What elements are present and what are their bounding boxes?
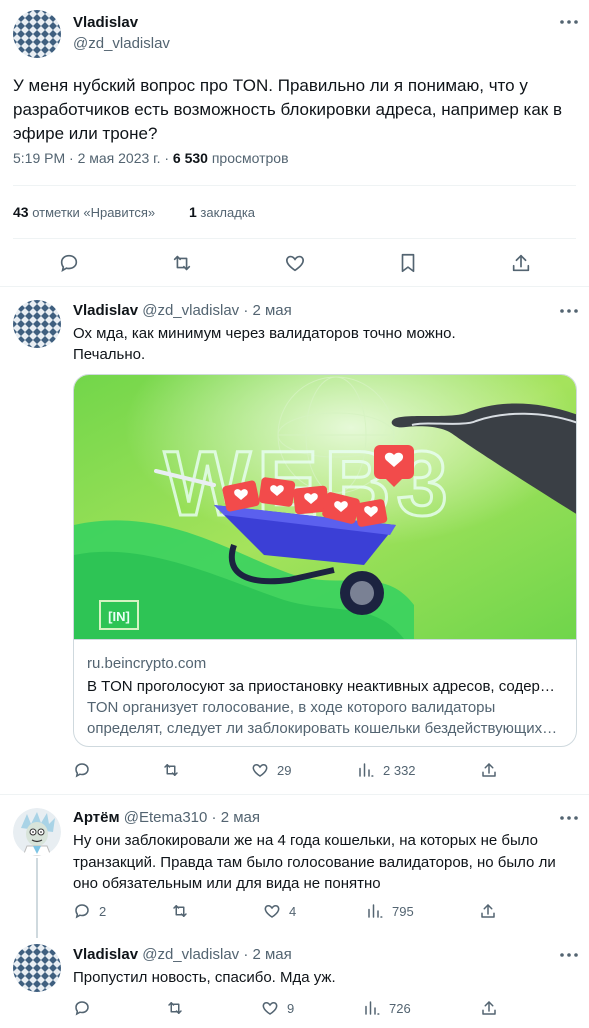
card-logo: [IN] (108, 609, 130, 624)
share-button[interactable] (480, 761, 498, 779)
share-button[interactable] (479, 902, 497, 920)
reply-meta[interactable]: @zd_vladislav · 2 мая (142, 946, 292, 963)
card-domain[interactable]: ru.beincrypto.com (87, 653, 563, 674)
author-name[interactable]: Vladislav (73, 14, 138, 31)
views-count: 2 332 (383, 762, 416, 778)
reply-header: Vladislav @zd_vladislav · 2 мая (73, 302, 292, 319)
views-button[interactable]: 726 (363, 999, 411, 1017)
more-options-icon[interactable] (557, 12, 581, 32)
share-button[interactable] (480, 999, 498, 1017)
more-options-icon[interactable] (557, 301, 581, 321)
likes-count-link[interactable]: 43 отметки «Нравится» (13, 204, 155, 220)
views-button[interactable]: 2 332 (357, 761, 416, 779)
link-preview-card[interactable]: WEB3 [IN] ru.beincrypto.com В TON прогол… (73, 374, 577, 747)
like-button[interactable]: 9 (261, 999, 294, 1017)
bookmark-icon[interactable] (397, 252, 419, 274)
reply-text: Ох мда, как минимум через валидаторов то… (73, 325, 456, 363)
tweet-metadata: 5:19 PM · 2 мая 2023 г. · 6 530 просмотр… (13, 150, 289, 166)
like-count: 29 (277, 762, 292, 778)
author-handle[interactable]: @zd_vladislav (73, 35, 170, 52)
more-options-icon[interactable] (557, 945, 581, 965)
share-icon[interactable] (510, 252, 532, 274)
views-count: 726 (389, 1000, 411, 1016)
reply-header: Артём @Etema310 · 2 мая (73, 809, 260, 826)
retweet-button[interactable] (171, 902, 197, 920)
retweet-button[interactable] (162, 761, 188, 779)
like-count: 4 (289, 903, 297, 919)
card-title[interactable]: В TON проголосуют за приостановку неакти… (87, 676, 563, 697)
more-options-icon[interactable] (557, 808, 581, 828)
views-button[interactable]: 795 (366, 902, 414, 920)
like-button[interactable]: 29 (251, 761, 291, 779)
avatar[interactable] (13, 10, 61, 58)
reply-button[interactable] (73, 999, 99, 1017)
author-name[interactable]: Vladislav (73, 946, 138, 963)
card-image: WEB3 [IN] (74, 375, 576, 639)
bookmarks-count-link[interactable]: 1 закладка (189, 204, 255, 220)
retweet-button[interactable] (166, 999, 192, 1017)
tweet-time[interactable]: 5:19 PM · 2 мая 2023 г. · (13, 150, 173, 166)
author-name[interactable]: Vladislav (73, 302, 138, 319)
reply-text: Пропустил новость, спасибо. Мда уж. (73, 969, 336, 986)
reply-icon[interactable] (58, 252, 80, 274)
like-count: 9 (287, 1000, 295, 1016)
reply-header: Vladislav @zd_vladislav · 2 мая (73, 946, 292, 963)
reply-meta[interactable]: @Etema310 · 2 мая (124, 809, 260, 826)
like-icon[interactable] (284, 252, 306, 274)
reply-text: Ну они заблокировали же на 4 года кошель… (73, 832, 556, 892)
retweet-icon[interactable] (171, 252, 193, 274)
reply-button[interactable] (73, 761, 99, 779)
author-name[interactable]: Артём (73, 809, 120, 826)
avatar[interactable] (13, 300, 61, 348)
card-description: TON организует голосование, в ходе котор… (87, 699, 558, 737)
views-count: 795 (392, 903, 414, 919)
tweet-text: У меня нубский вопрос про TON. Правильно… (13, 76, 562, 143)
avatar[interactable] (13, 944, 61, 992)
reply-count: 2 (99, 903, 107, 919)
like-button[interactable]: 4 (263, 902, 296, 920)
avatar[interactable] (13, 808, 61, 856)
thread-line (36, 858, 38, 938)
reply-button[interactable]: 2 (73, 902, 106, 920)
reply-meta[interactable]: @zd_vladislav · 2 мая (142, 302, 292, 319)
